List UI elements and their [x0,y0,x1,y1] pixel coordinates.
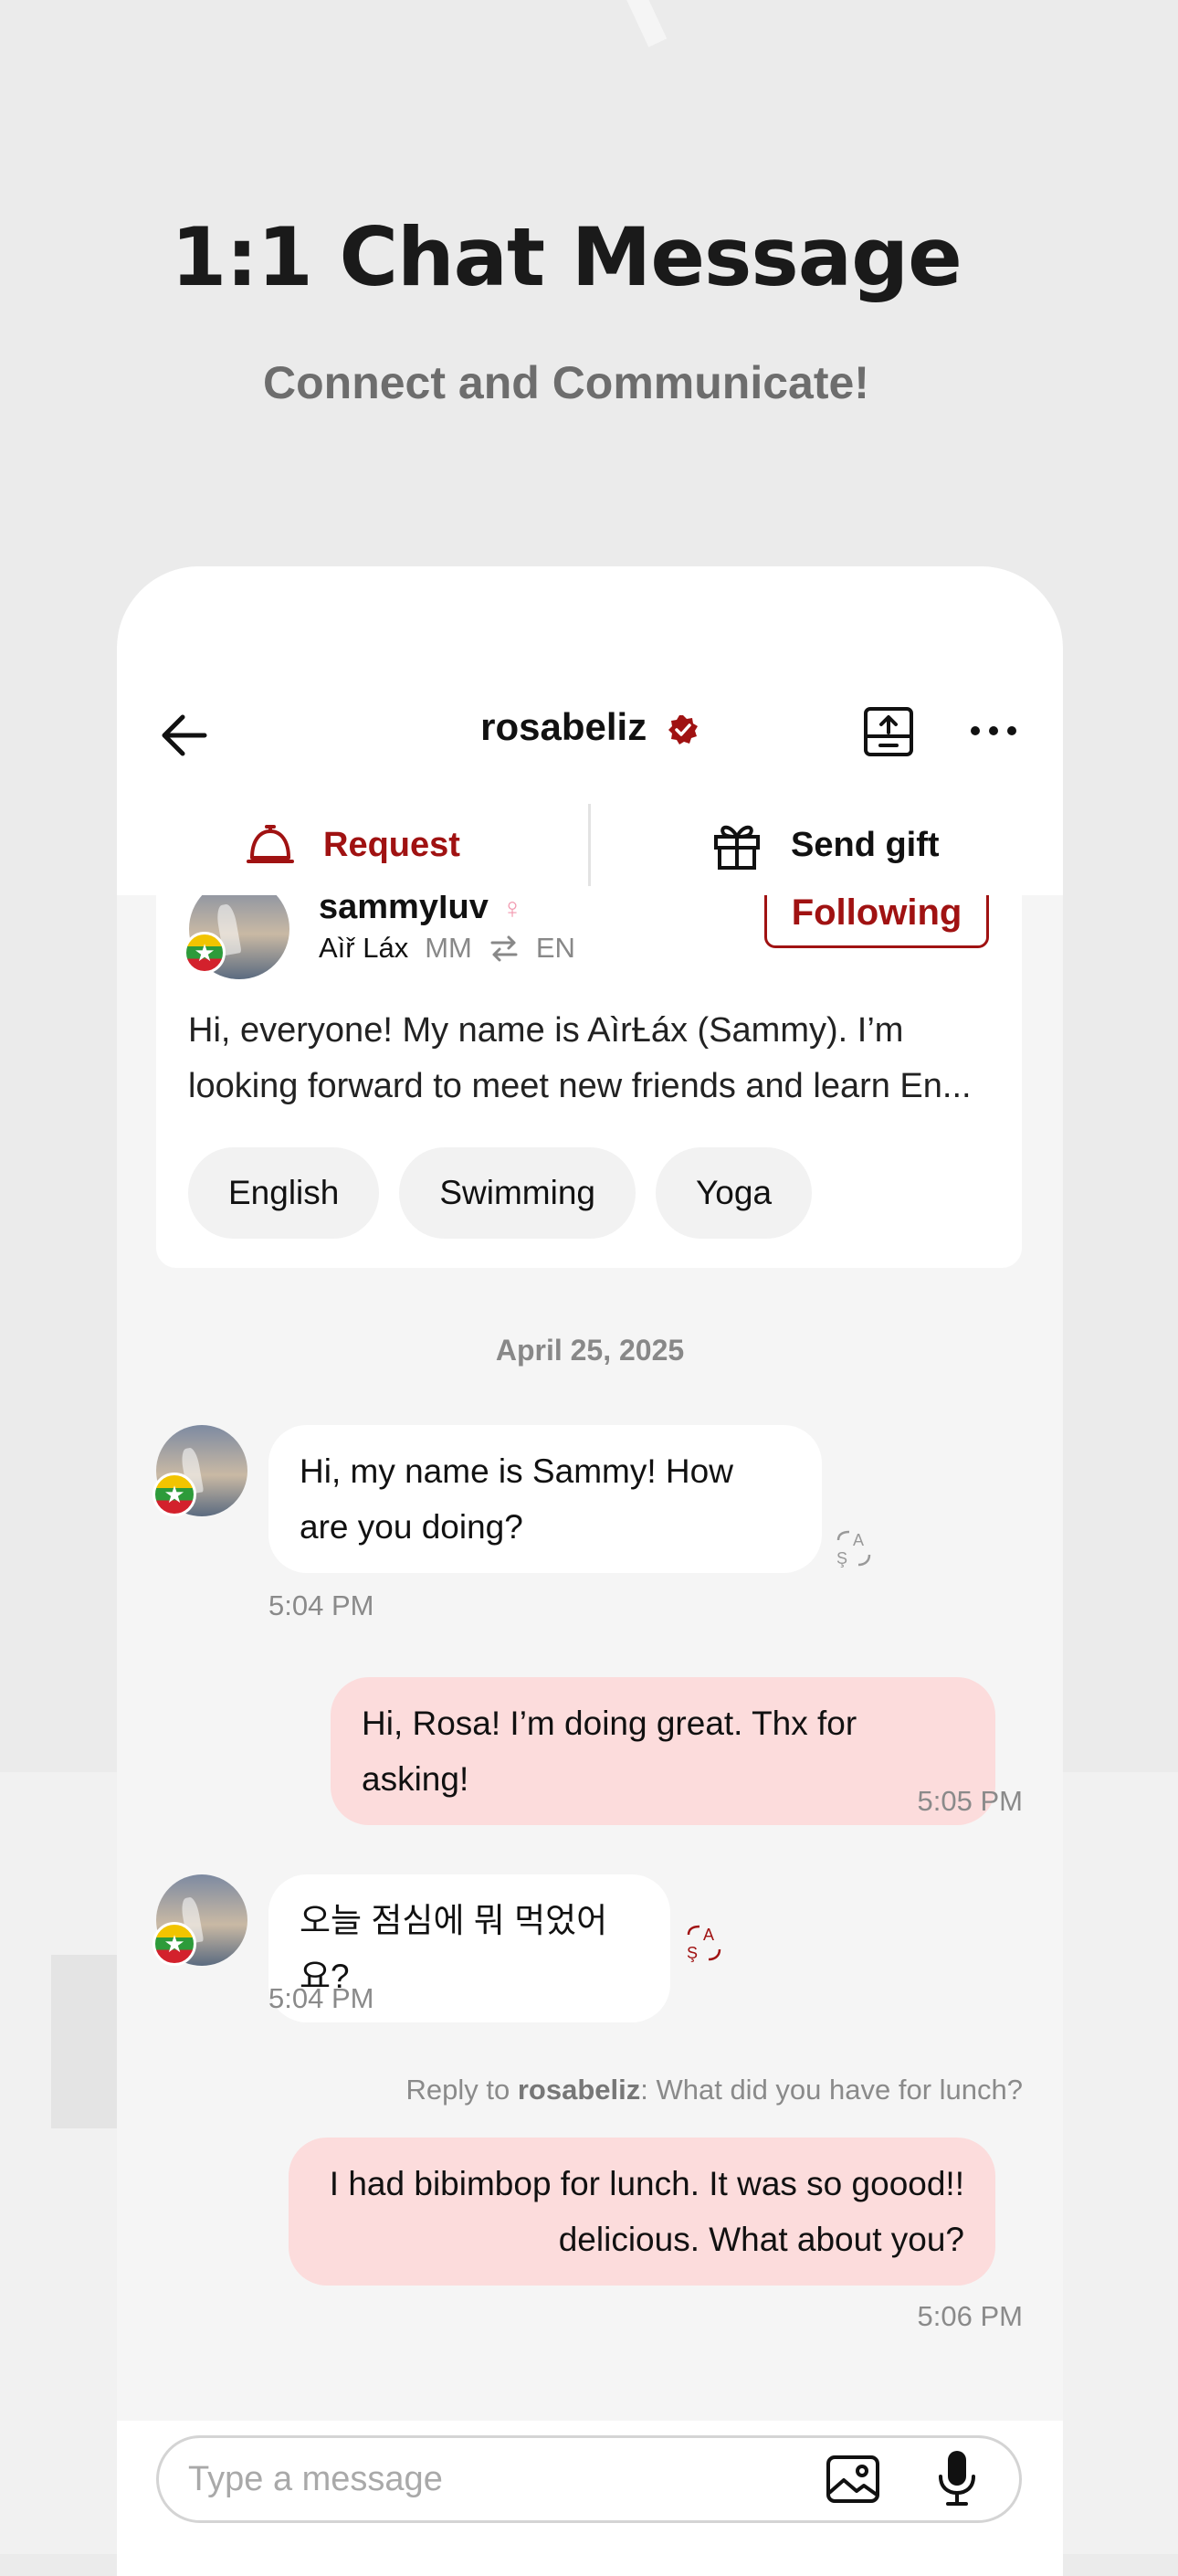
exchange-arrows-icon [490,935,518,962]
svg-text:A: A [703,1926,714,1944]
date-separator: April 25, 2025 [495,1334,685,1367]
action-divider [588,804,591,886]
background-decoration [412,0,668,132]
profile-native-name: Aìř Láx [319,932,409,964]
female-icon: ♀ [501,895,523,924]
reply-context: Reply to rosabeliz: What did you have fo… [406,2074,1023,2106]
promo-subtitle: Connect and Communicate! [263,357,869,408]
translate-icon-active[interactable]: A Ş [683,1922,725,1964]
send-gift-button[interactable]: Send gift [710,795,940,895]
profile-card: ★ sammyluv ♀ Aìř Láx MM EN Following Hi,… [156,895,1022,1268]
share-icon[interactable] [862,705,915,758]
translate-icon[interactable]: A Ş [833,1527,875,1569]
tag-english[interactable]: English [188,1147,380,1239]
message-bubble-outgoing[interactable]: I had bibimbop for lunch. It was so gooo… [289,2138,995,2286]
message-bubble-incoming[interactable]: Hi, my name is Sammy! How are you doing? [268,1425,822,1573]
myanmar-flag-icon: ★ [153,1922,196,1966]
myanmar-flag-icon: ★ [184,932,226,974]
svg-text:Ş: Ş [687,1944,698,1962]
verified-badge-icon [668,714,698,744]
chat-header: rosabeliz [117,685,1063,786]
sender-avatar[interactable]: ★ [153,1425,247,1516]
background-block [51,1955,124,2128]
message-input[interactable]: Type a message [156,2435,1022,2523]
svg-text:Ş: Ş [836,1549,847,1568]
more-icon[interactable] [966,703,1021,758]
message-time: 5:04 PM [268,1982,374,2014]
chat-title: rosabeliz [117,705,1063,749]
reply-quote: : What did you have for lunch? [640,2074,1023,2106]
image-icon[interactable] [826,2455,880,2504]
request-label: Request [323,825,460,864]
profile-bio: Hi, everyone! My name is AìrȽáx (Sammy).… [188,1011,972,1105]
reply-user: rosabeliz [517,2074,641,2106]
phone-screen: rosabeliz Request Send gift ★ sammyluv ♀… [117,566,1063,2576]
lang-from: MM [425,932,472,964]
svg-text:A: A [853,1531,864,1549]
message-time: 5:04 PM [268,1589,374,1621]
message-bubble-outgoing[interactable]: Hi, Rosa! I’m doing great. Thx for askin… [331,1677,995,1825]
profile-name: sammyluv [319,895,489,926]
reply-prefix: Reply to [405,2074,518,2106]
tag-swimming[interactable]: Swimming [399,1147,636,1239]
microphone-icon[interactable] [937,2449,977,2507]
bell-icon [247,825,294,863]
composer-bar: Type a message [117,2421,1063,2576]
message-input-placeholder: Type a message [188,2460,443,2498]
promo-title: 1:1 Chat Message [171,210,962,304]
chat-username: rosabeliz [480,705,647,748]
message-time: 5:06 PM [917,2300,1023,2332]
action-bar: Request Send gift [117,795,1063,895]
gift-icon [714,825,760,870]
tag-yoga[interactable]: Yoga [656,1147,813,1239]
message-time: 5:05 PM [917,1785,1023,1817]
myanmar-flag-icon: ★ [153,1473,196,1516]
send-gift-label: Send gift [791,825,940,864]
request-button[interactable]: Request [245,795,460,895]
profile-meta: Aìř Láx MM EN [319,932,575,965]
lang-to: EN [535,932,575,964]
following-button[interactable]: Following [764,895,989,948]
sender-avatar[interactable]: ★ [153,1874,247,1966]
interest-tags: English Swimming Yoga [188,1147,813,1239]
